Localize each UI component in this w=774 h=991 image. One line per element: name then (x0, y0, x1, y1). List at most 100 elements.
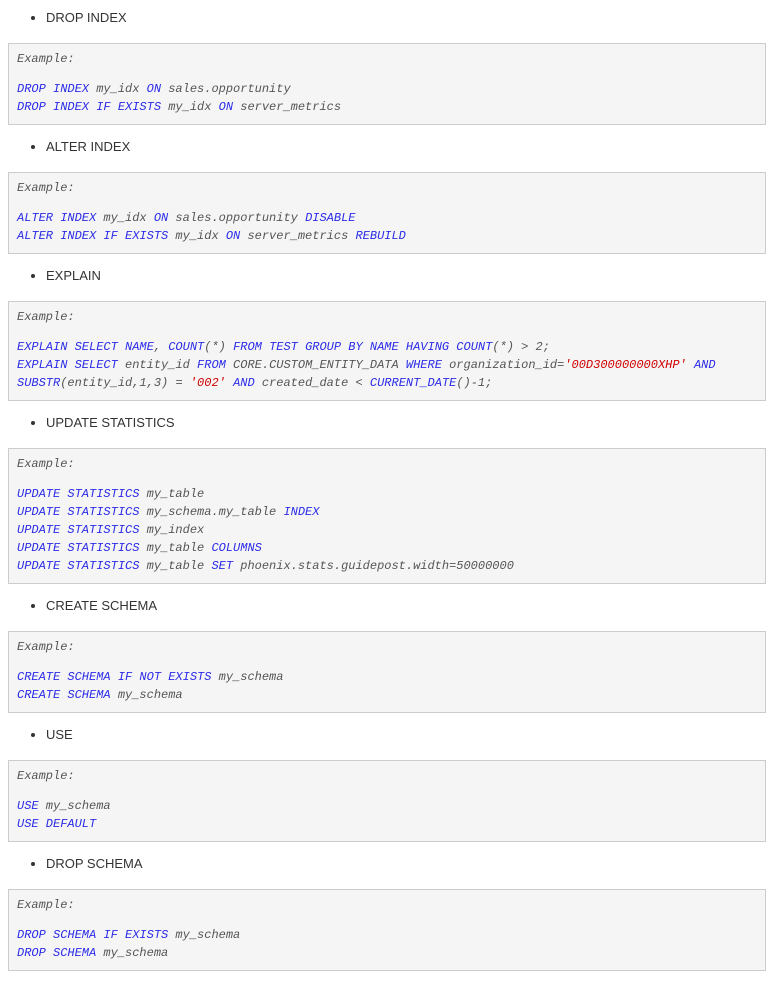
example-box: Example:USE my_schemaUSE DEFAULT (8, 760, 766, 842)
code-token: server_metrics (233, 100, 341, 114)
code-token: DROP SCHEMA (17, 946, 96, 960)
code-token: my_schema (39, 799, 111, 813)
section-bullet-list: DROP SCHEMA (8, 854, 766, 879)
section-title: USE (46, 725, 766, 750)
code-token (226, 376, 233, 390)
code-token: EXPLAIN SELECT (17, 358, 118, 372)
code-token: my_idx (89, 82, 147, 96)
code-token: WHERE (406, 358, 442, 372)
code-line: DROP SCHEMA IF EXISTS my_schema (17, 926, 757, 944)
code-block: ALTER INDEX my_idx ON sales.opportunity … (17, 209, 757, 245)
code-token: sales.opportunity (168, 211, 305, 225)
code-line: ALTER INDEX my_idx ON sales.opportunity … (17, 209, 757, 227)
code-token: my_schema (211, 670, 283, 684)
code-token: my_schema.my_table (139, 505, 283, 519)
code-token: AND (694, 358, 716, 372)
code-token: DROP SCHEMA IF EXISTS (17, 928, 168, 942)
code-token: FROM TEST GROUP BY NAME HAVING COUNT (233, 340, 492, 354)
code-line: USE DEFAULT (17, 815, 757, 833)
code-token: UPDATE STATISTICS (17, 505, 139, 519)
code-block: USE my_schemaUSE DEFAULT (17, 797, 757, 833)
section-bullet-list: USE (8, 725, 766, 750)
section-title: EXPLAIN (46, 266, 766, 291)
code-token: EXPLAIN SELECT NAME (17, 340, 154, 354)
code-token: ON (226, 229, 240, 243)
code-token: my_table (139, 487, 204, 501)
code-token: SET (211, 559, 233, 573)
code-token: USE (17, 799, 39, 813)
section-bullet-list: ALTER INDEX (8, 137, 766, 162)
code-token: phoenix.stats.guidepost.width=50000000 (233, 559, 514, 573)
code-token: CURRENT_DATE (370, 376, 456, 390)
code-line: ALTER INDEX IF EXISTS my_idx ON server_m… (17, 227, 757, 245)
code-token: my_table (139, 559, 211, 573)
code-token: my_schema (168, 928, 240, 942)
code-line: CREATE SCHEMA IF NOT EXISTS my_schema (17, 668, 757, 686)
code-token: INDEX (283, 505, 319, 519)
code-block: DROP SCHEMA IF EXISTS my_schemaDROP SCHE… (17, 926, 757, 962)
document-content: DROP INDEX Example: DROP INDEX my_idx ON s… (8, 8, 766, 971)
code-line: UPDATE STATISTICS my_table SET phoenix.s… (17, 557, 757, 575)
section-title: UPDATE STATISTICS (46, 413, 766, 438)
section-bullet-list: UPDATE STATISTICS (8, 413, 766, 438)
code-line: USE my_schema (17, 797, 757, 815)
code-line: EXPLAIN SELECT NAME, COUNT(*) FROM TEST … (17, 338, 757, 356)
code-token: server_metrics (240, 229, 355, 243)
code-token: '002' (190, 376, 226, 390)
code-token: CREATE SCHEMA IF NOT EXISTS (17, 670, 211, 684)
code-token: DISABLE (305, 211, 355, 225)
code-line: DROP INDEX IF EXISTS my_idx ON server_me… (17, 98, 757, 116)
example-label: Example: (17, 179, 757, 197)
code-line: UPDATE STATISTICS my_table (17, 485, 757, 503)
code-block: DROP INDEX my_idx ON sales.opportunityDR… (17, 80, 757, 116)
example-box: Example: CREATE SCHEMA IF NOT EXISTS my_s… (8, 631, 766, 713)
code-token: sales.opportunity (161, 82, 291, 96)
code-token: , (154, 340, 168, 354)
example-label: Example: (17, 455, 757, 473)
section-title: ALTER INDEX (46, 137, 766, 162)
code-token: created_date < (255, 376, 370, 390)
code-token: UPDATE STATISTICS (17, 523, 139, 537)
code-token: UPDATE STATISTICS (17, 541, 139, 555)
code-token: COUNT (168, 340, 204, 354)
code-token: AND (233, 376, 255, 390)
code-token: (*) (204, 340, 233, 354)
code-token: ()-1; (456, 376, 492, 390)
code-line: DROP INDEX my_idx ON sales.opportunity (17, 80, 757, 98)
code-token: my_idx (168, 229, 226, 243)
code-token: entity_id (118, 358, 197, 372)
code-token (716, 358, 723, 372)
code-token: COLUMNS (211, 541, 261, 555)
code-token: ON (154, 211, 168, 225)
code-token: CORE.CUSTOM_ENTITY_DATA (226, 358, 406, 372)
section-bullet-list: DROP INDEX (8, 8, 766, 33)
example-label: Example: (17, 896, 757, 914)
example-label: Example: (17, 638, 757, 656)
code-token: my_index (139, 523, 204, 537)
code-token: FROM (197, 358, 226, 372)
example-box: Example:DROP SCHEMA IF EXISTS my_schemaD… (8, 889, 766, 971)
code-token: ON (219, 100, 233, 114)
section-title: DROP INDEX (46, 8, 766, 33)
code-token: DROP INDEX IF EXISTS (17, 100, 161, 114)
code-token: CREATE SCHEMA (17, 688, 111, 702)
code-line: UPDATE STATISTICS my_schema.my_table IND… (17, 503, 757, 521)
code-line: DROP SCHEMA my_schema (17, 944, 757, 962)
code-line: UPDATE STATISTICS my_table COLUMNS (17, 539, 757, 557)
code-token: my_idx (96, 211, 154, 225)
section-bullet-list: EXPLAIN (8, 266, 766, 291)
code-token: DROP INDEX (17, 82, 89, 96)
code-block: UPDATE STATISTICS my_tableUPDATE STATIST… (17, 485, 757, 575)
code-token: '00D300000000XHP' (564, 358, 686, 372)
code-line: CREATE SCHEMA my_schema (17, 686, 757, 704)
code-block: EXPLAIN SELECT NAME, COUNT(*) FROM TEST … (17, 338, 757, 392)
section-title: CREATE SCHEMA (46, 596, 766, 621)
code-token: SUBSTR (17, 376, 60, 390)
example-label: Example: (17, 308, 757, 326)
code-token: UPDATE STATISTICS (17, 487, 139, 501)
code-line: UPDATE STATISTICS my_index (17, 521, 757, 539)
code-token: (entity_id,1,3) = (60, 376, 190, 390)
code-token: my_table (139, 541, 211, 555)
section-bullet-list: CREATE SCHEMA (8, 596, 766, 621)
code-token: (*) > 2; (492, 340, 550, 354)
